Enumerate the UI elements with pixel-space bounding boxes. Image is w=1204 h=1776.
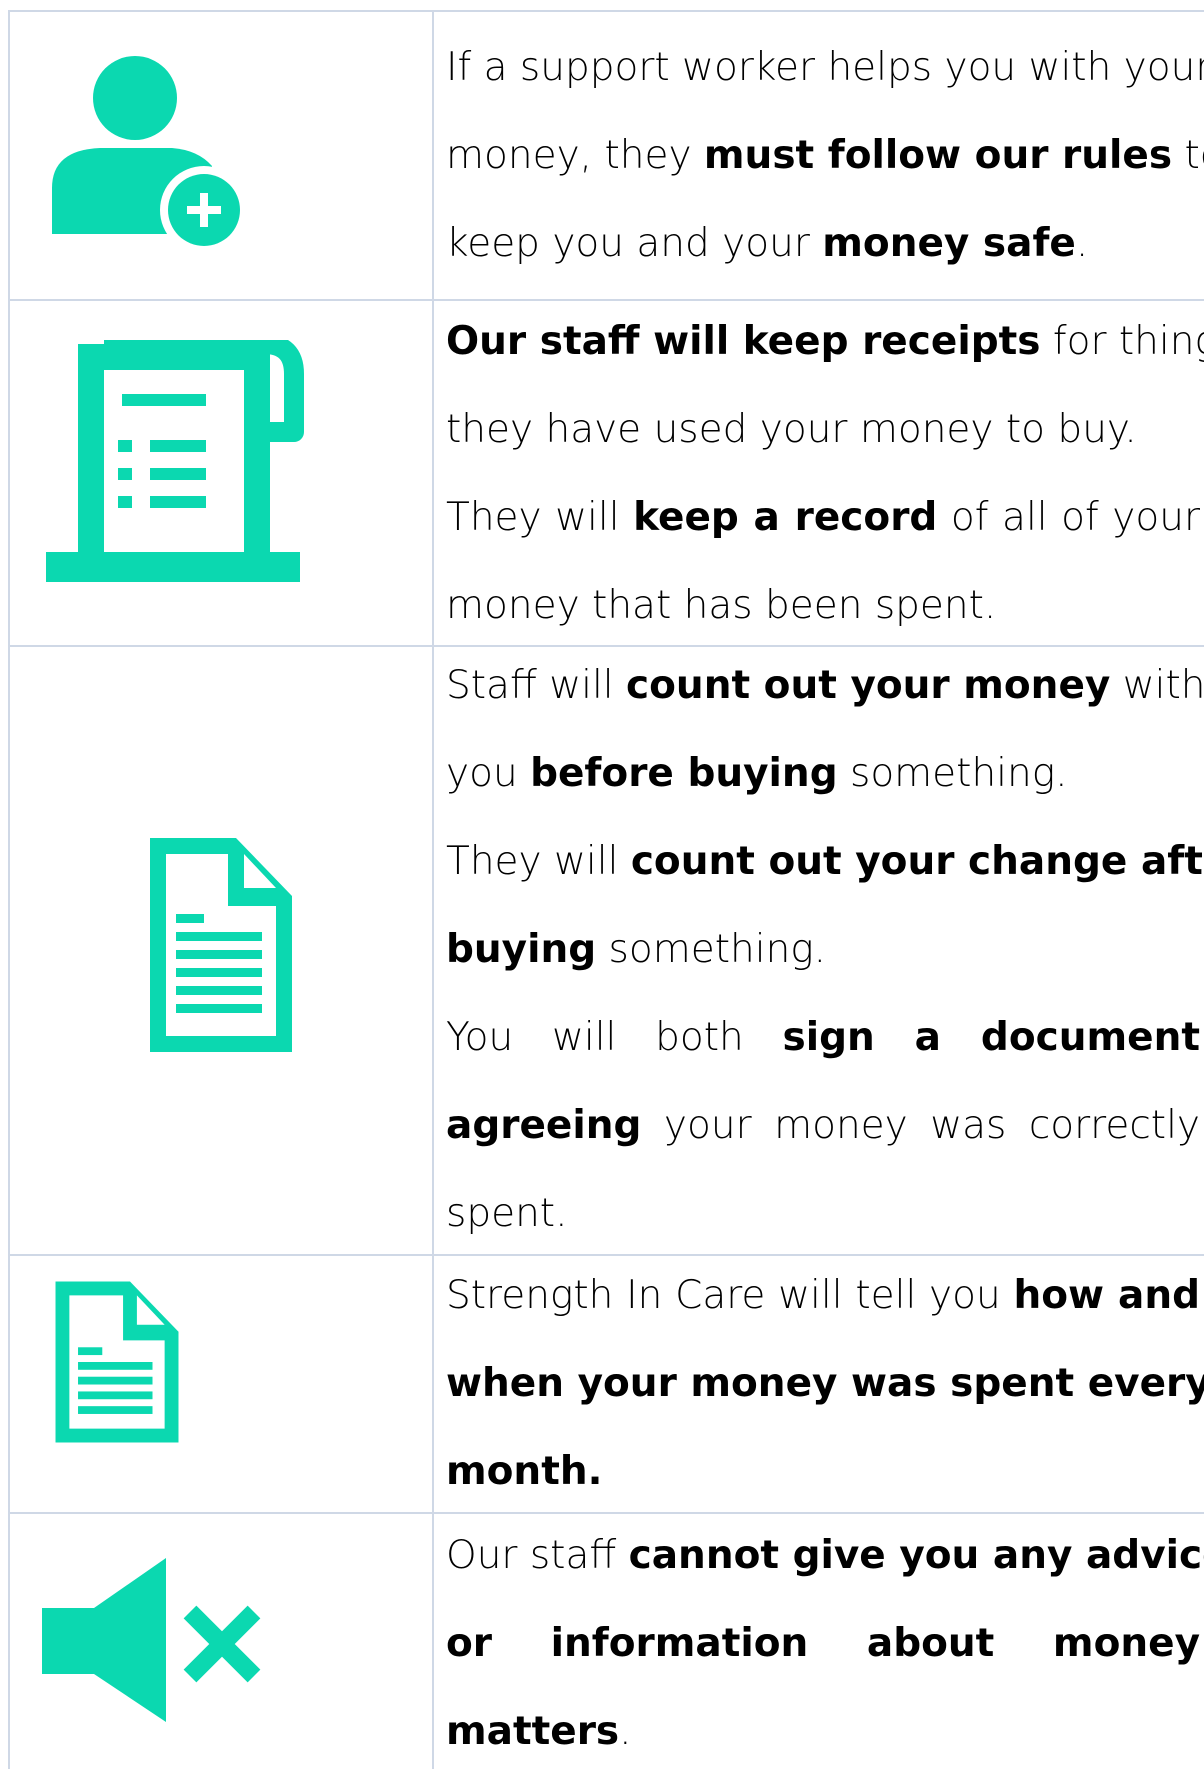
text-segment: with — [1110, 663, 1204, 708]
text-line: buying something. — [446, 906, 1200, 994]
text-line: matters. — [446, 1688, 1200, 1776]
text-line: keep you and your money safe. — [446, 200, 1200, 288]
bold-text: when your money was spent every — [446, 1361, 1204, 1406]
bold-text: month. — [446, 1449, 603, 1494]
mute-speaker-icon — [40, 1556, 264, 1726]
text-segment: They will — [446, 839, 631, 884]
bold-text: matters — [446, 1709, 620, 1754]
table-border-left — [8, 10, 10, 1769]
text-segment: You will both — [446, 1015, 783, 1060]
text-line: Staff will count out your money with — [446, 642, 1204, 730]
column-divider — [432, 10, 434, 1769]
row-text: Staff will count out your money with you … — [446, 642, 1204, 1258]
text-segment: you — [446, 751, 531, 796]
bold-text: keep a record — [633, 495, 938, 540]
text-segment: . — [1075, 221, 1089, 266]
text-segment: . — [619, 1709, 632, 1754]
text-segment: money, they — [446, 133, 704, 178]
text-segment: They will — [446, 495, 634, 540]
text-segment: your money was correctly — [641, 1103, 1200, 1148]
receipt-icon — [44, 340, 304, 592]
bold-text: cannot give you any advice — [628, 1533, 1204, 1578]
row-text: Our staff will keep receipts for things t… — [446, 298, 1204, 650]
text-segment: something. — [837, 751, 1068, 796]
text-segment: If a support worker helps you with your — [446, 45, 1204, 90]
row-text: If a support worker helps you with your m… — [446, 24, 1204, 288]
text-line: If a support worker helps you with your — [446, 24, 1204, 112]
table-border-top — [8, 10, 1204, 12]
bold-text: before buying — [530, 751, 838, 796]
text-segment: Our staff — [446, 1533, 629, 1578]
text-line: you before buying something. — [446, 730, 1200, 818]
text-line: agreeing your money was correctly — [446, 1082, 1200, 1170]
bold-text: money safe — [822, 221, 1076, 266]
bold-text: must follow our rules — [703, 133, 1173, 178]
bold-text: how and — [1013, 1273, 1200, 1318]
text-line: or information about money — [446, 1600, 1200, 1688]
add-user-icon — [48, 48, 248, 258]
document-icon — [52, 1278, 182, 1446]
bold-text: agreeing — [446, 1103, 642, 1148]
text-line: You will both sign a document — [446, 994, 1200, 1082]
text-line: They will count out your change after — [446, 818, 1204, 906]
document-icon — [146, 834, 296, 1056]
bold-text: or information about money — [446, 1621, 1200, 1666]
text-segment: of all of your — [937, 495, 1200, 540]
text-segment: spent. — [446, 1191, 568, 1236]
text-segment: Staff will — [446, 663, 627, 708]
text-segment: something. — [596, 927, 827, 972]
text-line: Strength In Care will tell you how and — [446, 1252, 1200, 1340]
row-text: Strength In Care will tell you how and wh… — [446, 1252, 1204, 1516]
text-segment: money that has been spent. — [446, 583, 997, 628]
text-line: Our staff will keep receipts for things — [446, 298, 1204, 386]
text-segment: to — [1184, 133, 1204, 178]
bold-text: sign a document — [782, 1015, 1200, 1060]
text-line: when your money was spent every — [446, 1340, 1204, 1428]
text-line: They will keep a record of all of your — [446, 474, 1200, 562]
text-line: Our staff cannot give you any advice — [446, 1512, 1204, 1600]
bold-text: Our staff will keep receipts — [446, 319, 1041, 364]
bold-text: count out your change after — [630, 839, 1204, 884]
row-text: Our staff cannot give you any advice or i… — [446, 1512, 1204, 1776]
text-line: spent. — [446, 1170, 1200, 1258]
text-segment: Strength In Care will tell you — [446, 1273, 1014, 1318]
text-segment: they have used your money to buy. — [446, 407, 1137, 452]
bold-text: count out your money — [626, 663, 1111, 708]
text-segment: keep you and your — [446, 221, 823, 266]
text-line: money that has been spent. — [446, 562, 1200, 650]
text-line: month. — [446, 1428, 1200, 1516]
text-segment: for things — [1052, 319, 1204, 364]
bold-text: buying — [446, 927, 597, 972]
text-line: they have used your money to buy. — [446, 386, 1200, 474]
text-line: money, they must follow our rules to — [446, 112, 1204, 200]
